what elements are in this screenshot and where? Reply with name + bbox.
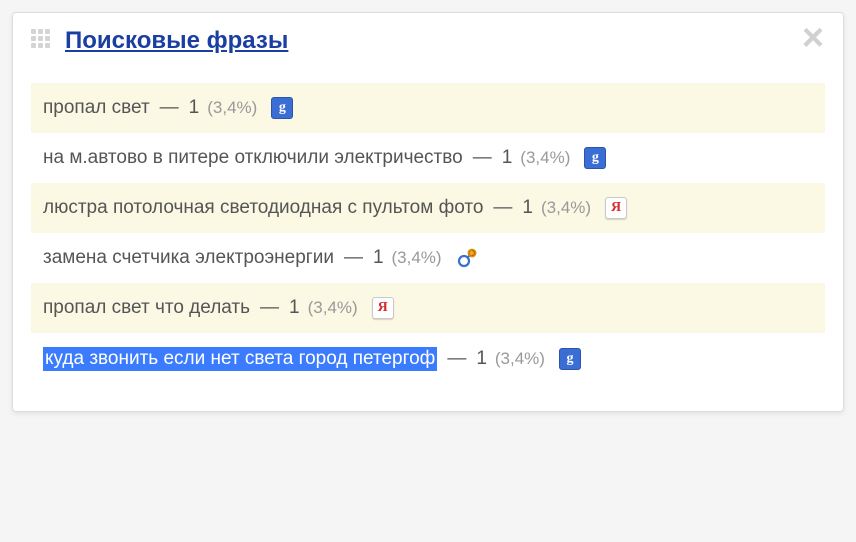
yandex-icon: Я [605,197,627,219]
google-icon: g [559,348,581,370]
panel-header: Поисковые фразы [31,27,825,55]
drag-handle-icon[interactable] [31,29,55,53]
phrase-row: замена счетчика электроэнергии — 1 (3,4%… [31,233,825,283]
phrase-percent: (3,4%) [495,349,545,369]
phrase-count: 1 [189,97,200,119]
google-icon: g [584,147,606,169]
phrase-text-highlighted: куда звонить если нет света город петерг… [43,347,437,371]
phrase-count: 1 [476,348,487,370]
phrase-row: пропал свет что делать — 1 (3,4%) Я [31,283,825,333]
phrase-count: 1 [289,297,300,319]
search-phrases-panel: Поисковые фразы × пропал свет — 1 (3,4%)… [12,12,844,412]
separator: — [160,97,179,119]
phrase-percent: (3,4%) [541,198,591,218]
phrase-percent: (3,4%) [308,298,358,318]
separator: — [344,247,363,269]
phrase-list: пропал свет — 1 (3,4%) g на м.автово в п… [31,83,825,385]
phrase-text: люстра потолочная светодиодная с пультом… [43,197,483,219]
phrase-row: пропал свет — 1 (3,4%) g [31,83,825,133]
phrase-text: пропал свет что делать [43,297,250,319]
panel-title-link[interactable]: Поисковые фразы [65,27,288,55]
phrase-percent: (3,4%) [207,98,257,118]
phrase-row: на м.автово в питере отключили электриче… [31,133,825,183]
google-icon: g [271,97,293,119]
phrase-count: 1 [502,147,513,169]
phrase-percent: (3,4%) [392,248,442,268]
phrase-row: люстра потолочная светодиодная с пультом… [31,183,825,233]
separator: — [473,147,492,169]
yandex-icon: Я [372,297,394,319]
close-icon[interactable]: × [797,23,829,55]
separator: — [493,197,512,219]
phrase-percent: (3,4%) [520,148,570,168]
phrase-text: пропал свет [43,97,150,119]
phrase-text: замена счетчика электроэнергии [43,247,334,269]
phrase-count: 1 [373,247,384,269]
mailru-search-icon [456,247,478,269]
separator: — [260,297,279,319]
phrase-row: куда звонить если нет света город петерг… [31,333,825,385]
phrase-text: на м.автово в питере отключили электриче… [43,147,463,169]
separator: — [447,348,466,370]
phrase-count: 1 [522,197,533,219]
